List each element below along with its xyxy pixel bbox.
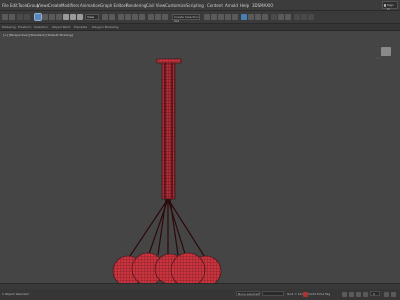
play-icon[interactable] — [356, 292, 361, 297]
selection-status: 1 Object Selected — [2, 292, 29, 296]
pan-icon[interactable] — [391, 292, 396, 297]
ribbon-sub-label: Polygon Modeling — [92, 25, 119, 29]
pivot-icon[interactable] — [102, 14, 108, 20]
tab-object-paint[interactable]: Object Paint — [52, 25, 70, 29]
menu-customize[interactable]: Customize — [165, 3, 186, 9]
reference-coordinate-dropdown[interactable]: View — [85, 14, 99, 20]
selection-field-label: None selected — [238, 292, 260, 296]
menu-edit[interactable]: Edit — [10, 3, 18, 9]
select-manipulate-icon[interactable] — [109, 14, 115, 20]
angle-snap-icon[interactable] — [125, 14, 131, 20]
percent-snap-icon[interactable] — [132, 14, 138, 20]
selection-set-dropdown[interactable]: Create Selection Set — [172, 14, 200, 23]
mirror-icon[interactable] — [155, 14, 161, 20]
menu-rendering[interactable]: Rendering — [126, 3, 146, 9]
a360-gallery-icon[interactable] — [294, 14, 300, 20]
rod-shade — [164, 63, 166, 199]
teapot-icon[interactable] — [271, 14, 277, 20]
selection-set-label: Create Selection Set — [174, 15, 199, 23]
ceiling-canopy — [156, 58, 182, 64]
menu-content[interactable]: Content — [207, 3, 223, 9]
user-icon — [384, 4, 386, 7]
main-toolbar: View Create Selection Set — [0, 11, 400, 24]
sign-in-label: Sign In — [387, 3, 394, 11]
add-time-tag-label[interactable]: Add Time Tag — [310, 292, 330, 296]
set-key-icon[interactable] — [342, 292, 347, 297]
render-setup-icon[interactable] — [248, 14, 254, 20]
undo-icon[interactable] — [2, 14, 8, 20]
pendant-lamp-model[interactable] — [0, 31, 400, 283]
menu-bar: File Edit Tools Group Views Create Modif… — [0, 0, 400, 11]
render-in-cloud-icon[interactable] — [285, 14, 291, 20]
glass-globes — [112, 252, 222, 283]
tab-modeling[interactable]: Modeling — [2, 25, 16, 29]
perspective-viewport[interactable]: [+] [Perspective] [Standard] [Default Sh… — [0, 31, 400, 283]
rendered-frame-window-icon[interactable] — [255, 14, 261, 20]
tab-selection[interactable]: Selection — [34, 25, 48, 29]
material-editor-icon[interactable] — [241, 14, 247, 20]
menu-civil-view[interactable]: Civil View — [146, 3, 165, 9]
menu-create[interactable]: Create — [48, 3, 61, 9]
sign-in-button[interactable]: Sign In — [382, 1, 398, 11]
snaps-toggle-icon[interactable] — [118, 14, 124, 20]
menu-graph-editors[interactable]: Graph Editors — [100, 3, 127, 9]
window-icon[interactable] — [308, 14, 314, 20]
menu-3dsmaxio[interactable]: 3DSMAXIO — [252, 3, 273, 9]
lightbulb-icon[interactable] — [301, 14, 307, 20]
ribbon-tabs: Modeling Freeform Selection Object Paint… — [0, 24, 400, 31]
lamp-rod — [161, 62, 176, 200]
zoom-icon[interactable] — [384, 292, 389, 297]
rect-selection-icon[interactable] — [49, 14, 55, 20]
frame-field[interactable]: 0 — [370, 291, 380, 296]
toggle-ribbon-icon[interactable] — [218, 14, 224, 20]
add-time-tag-icon[interactable] — [303, 292, 308, 297]
toggle-layer-explorer-icon[interactable] — [211, 14, 217, 20]
scale-icon[interactable] — [77, 14, 83, 20]
link-icon[interactable] — [17, 14, 23, 20]
menu-scripting[interactable]: Scripting — [186, 3, 204, 9]
go-to-start-icon[interactable] — [349, 292, 354, 297]
window-crossing-icon[interactable] — [56, 14, 62, 20]
menu-arnold[interactable]: Arnold — [225, 3, 238, 9]
move-icon[interactable] — [63, 14, 69, 20]
toggle-scene-explorer-icon[interactable] — [204, 14, 210, 20]
render-icon[interactable] — [262, 14, 268, 20]
selection-field: None selected — [236, 291, 260, 296]
menu-file[interactable]: File — [2, 3, 9, 9]
arnold-render-icon[interactable] — [278, 14, 284, 20]
select-object-icon[interactable] — [34, 13, 42, 21]
curve-editor-icon[interactable] — [225, 14, 231, 20]
rod-shade — [171, 63, 173, 199]
frame-value: 0 — [373, 292, 375, 296]
rotate-icon[interactable] — [70, 14, 76, 20]
cables — [127, 198, 207, 260]
spinner-snap-icon[interactable] — [139, 14, 145, 20]
redo-icon[interactable] — [9, 14, 15, 20]
select-by-name-icon[interactable] — [42, 14, 48, 20]
edit-named-selection-icon[interactable] — [148, 14, 154, 20]
align-icon[interactable] — [162, 14, 168, 20]
tab-populate[interactable]: Populate — [74, 25, 87, 29]
status-bar: 1 Object Selected None selected Grid = 1… — [0, 289, 400, 300]
menu-help[interactable]: Help — [240, 3, 249, 9]
tab-freeform[interactable]: Freeform — [18, 25, 31, 29]
coordinate-field[interactable] — [262, 291, 284, 296]
unlink-icon[interactable] — [24, 14, 30, 20]
menu-animation[interactable]: Animation — [80, 3, 100, 9]
menu-views[interactable]: Views — [37, 3, 49, 9]
go-to-end-icon[interactable] — [363, 292, 368, 297]
menu-modifiers[interactable]: Modifiers — [61, 3, 79, 9]
reference-coordinate-label: View — [87, 15, 95, 19]
schematic-view-icon[interactable] — [232, 14, 238, 20]
